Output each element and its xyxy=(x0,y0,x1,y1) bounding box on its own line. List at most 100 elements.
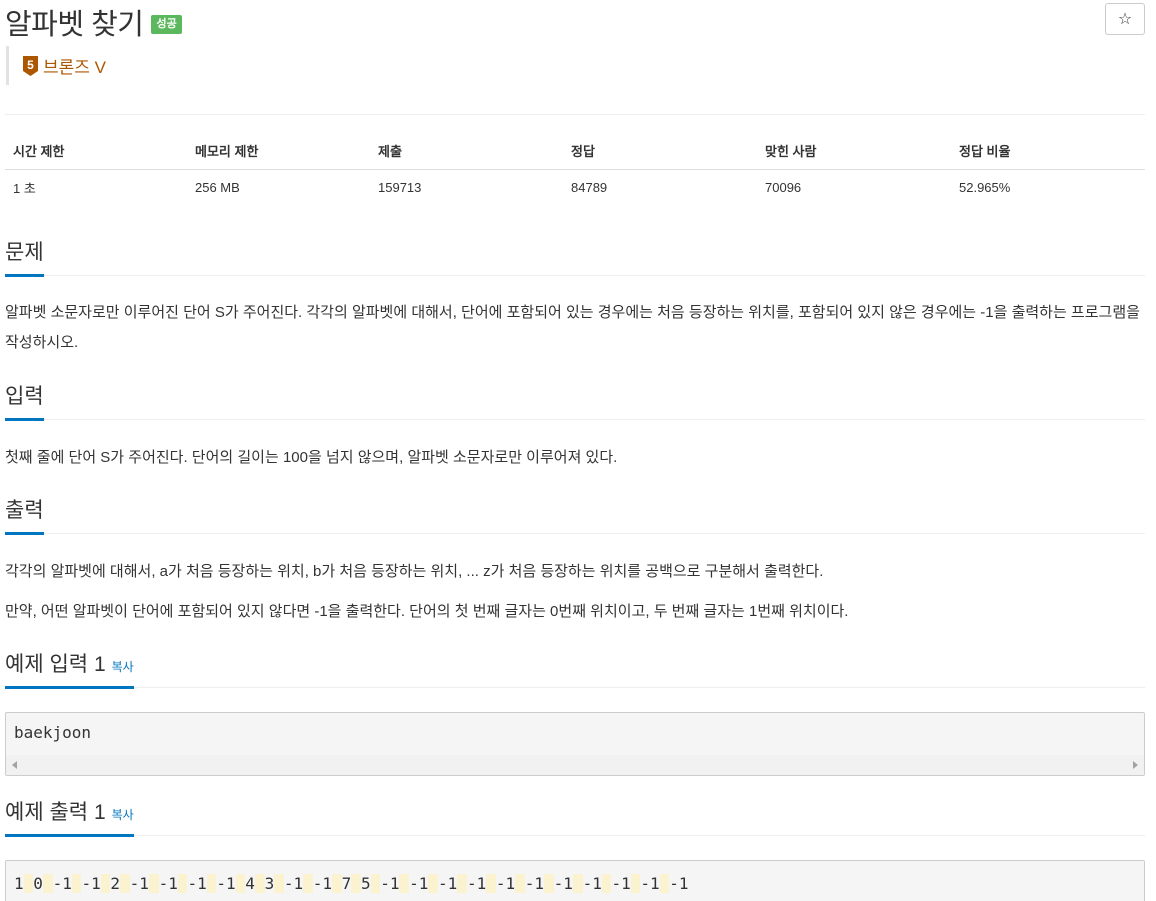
favorite-star-button[interactable]: ☆ xyxy=(1105,3,1145,35)
section-title: 출력 xyxy=(5,494,44,535)
scroll-right-icon[interactable] xyxy=(1133,761,1138,769)
output-token: -1 xyxy=(553,874,573,893)
problem-info-table: 시간 제한 메모리 제한 제출 정답 맞힌 사람 정답 비율 1 초 256 M… xyxy=(5,133,1145,205)
section-heading-sample-input: 예제 입력 1 복사 xyxy=(5,648,1145,689)
tier-link[interactable]: 브론즈 V xyxy=(43,53,106,78)
output-token: 4 xyxy=(245,874,255,893)
output-token: 5 xyxy=(360,874,371,893)
whitespace-marker xyxy=(515,874,525,893)
whitespace-marker xyxy=(120,874,130,893)
section-heading-output: 출력 xyxy=(5,494,1145,535)
output-token: -1 xyxy=(52,874,72,893)
section-heading-description: 문제 xyxy=(5,236,1145,277)
header-memory-limit: 메모리 제한 xyxy=(187,133,370,170)
whitespace-marker xyxy=(254,874,265,893)
value-accepted[interactable]: 84789 xyxy=(563,169,757,205)
problem-title-row: 알파벳 찾기 성공 xyxy=(5,2,182,42)
sample-input-title: 예제 입력 1 xyxy=(5,653,106,676)
whitespace-marker xyxy=(544,874,554,893)
whitespace-marker xyxy=(177,874,188,893)
sample-input-box[interactable]: baekjoon xyxy=(5,712,1145,776)
star-icon: ☆ xyxy=(1117,11,1133,28)
value-accuracy: 52.965% xyxy=(959,179,1011,195)
header-accepted: 정답 xyxy=(563,133,757,170)
tier-block: 5 브론즈 V xyxy=(6,46,106,85)
output-token: -1 xyxy=(669,874,689,893)
whitespace-marker xyxy=(601,874,612,893)
whitespace-marker xyxy=(572,874,583,893)
output-token: -1 xyxy=(495,874,516,893)
output-token: -1 xyxy=(611,874,631,893)
input-description: 첫째 줄에 단어 S가 주어진다. 단어의 길이는 100을 넘지 않으며, 알… xyxy=(5,449,618,466)
header-time-limit: 시간 제한 xyxy=(5,133,187,170)
section-title: 예제 출력 1 복사 xyxy=(5,796,134,837)
section-title: 문제 xyxy=(5,236,44,277)
output-token: 3 xyxy=(264,874,275,893)
copy-sample-input-button[interactable]: 복사 xyxy=(112,660,134,674)
header-submissions: 제출 xyxy=(370,133,563,170)
output-description-2: 만약, 어떤 알파벳이 단어에 포함되어 있지 않다면 -1을 출력한다. 단어… xyxy=(5,603,849,620)
output-token: -1 xyxy=(640,874,660,893)
section-heading-sample-output: 예제 출력 1 복사 xyxy=(5,796,1145,837)
whitespace-marker xyxy=(148,874,159,893)
output-token: 2 xyxy=(110,874,121,893)
output-token: -1 xyxy=(438,874,458,893)
output-token: -1 xyxy=(158,874,178,893)
status-badge: 성공 xyxy=(151,14,182,34)
output-token: -1 xyxy=(187,874,207,893)
divider xyxy=(5,114,1145,115)
whitespace-marker xyxy=(100,874,111,893)
value-time-limit: 1 초 xyxy=(13,180,36,196)
output-token: -1 xyxy=(380,874,400,893)
section-heading-input: 입력 xyxy=(5,380,1145,421)
whitespace-marker xyxy=(659,874,670,893)
output-token: 0 xyxy=(33,874,43,893)
whitespace-marker xyxy=(428,874,439,893)
value-submissions[interactable]: 159713 xyxy=(370,169,563,205)
table-header-row: 시간 제한 메모리 제한 제출 정답 맞힌 사람 정답 비율 xyxy=(5,133,1145,170)
output-token: -1 xyxy=(283,874,304,893)
value-memory-limit: 256 MB xyxy=(195,179,240,195)
whitespace-marker xyxy=(206,874,217,893)
whitespace-marker xyxy=(370,874,381,893)
whitespace-marker xyxy=(332,874,342,893)
whitespace-marker xyxy=(351,874,361,893)
output-token: 1 xyxy=(14,874,24,893)
scroll-left-icon[interactable] xyxy=(12,761,17,769)
output-token: -1 xyxy=(312,874,333,893)
section-title: 예제 입력 1 복사 xyxy=(5,648,134,689)
copy-sample-output-button[interactable]: 복사 xyxy=(112,808,134,822)
output-token: -1 xyxy=(409,874,429,893)
header-solved-users: 맞힌 사람 xyxy=(757,133,951,170)
output-token: -1 xyxy=(129,874,149,893)
sample-input-content: baekjoon xyxy=(14,723,92,742)
tier-number: 5 xyxy=(27,58,34,72)
sample-output-content: 1 0 -1 -1 2 -1 -1 -1 -1 4 3 -1 -1 7 5 -1… xyxy=(6,861,1144,893)
whitespace-marker xyxy=(23,874,34,893)
whitespace-marker xyxy=(630,874,641,893)
whitespace-marker xyxy=(235,874,246,893)
whitespace-marker xyxy=(303,874,313,893)
output-token: -1 xyxy=(81,874,101,893)
whitespace-marker xyxy=(274,874,284,893)
value-solved-users[interactable]: 70096 xyxy=(757,169,951,205)
bronze-tier-icon: 5 xyxy=(23,55,38,76)
output-token: -1 xyxy=(216,874,236,893)
horizontal-scrollbar[interactable] xyxy=(6,755,1144,775)
section-title: 입력 xyxy=(5,380,44,421)
output-token: -1 xyxy=(582,874,602,893)
problem-description: 알파벳 소문자로만 이루어진 단어 S가 주어진다. 각각의 알파벳에 대해서,… xyxy=(5,304,1140,351)
whitespace-marker xyxy=(486,874,496,893)
output-token: -1 xyxy=(524,874,545,893)
sample-output-box[interactable]: 1 0 -1 -1 2 -1 -1 -1 -1 4 3 -1 -1 7 5 -1… xyxy=(5,860,1145,901)
whitespace-marker xyxy=(71,874,82,893)
output-token: 7 xyxy=(341,874,352,893)
sample-output-title: 예제 출력 1 xyxy=(5,801,106,824)
whitespace-marker xyxy=(399,874,410,893)
table-row: 1 초 256 MB 159713 84789 70096 52.965% xyxy=(5,169,1145,205)
output-token: -1 xyxy=(466,874,487,893)
header-accuracy: 정답 비율 xyxy=(951,133,1145,170)
problem-title: 알파벳 찾기 xyxy=(5,9,144,41)
whitespace-marker xyxy=(457,874,467,893)
whitespace-marker xyxy=(42,874,53,893)
